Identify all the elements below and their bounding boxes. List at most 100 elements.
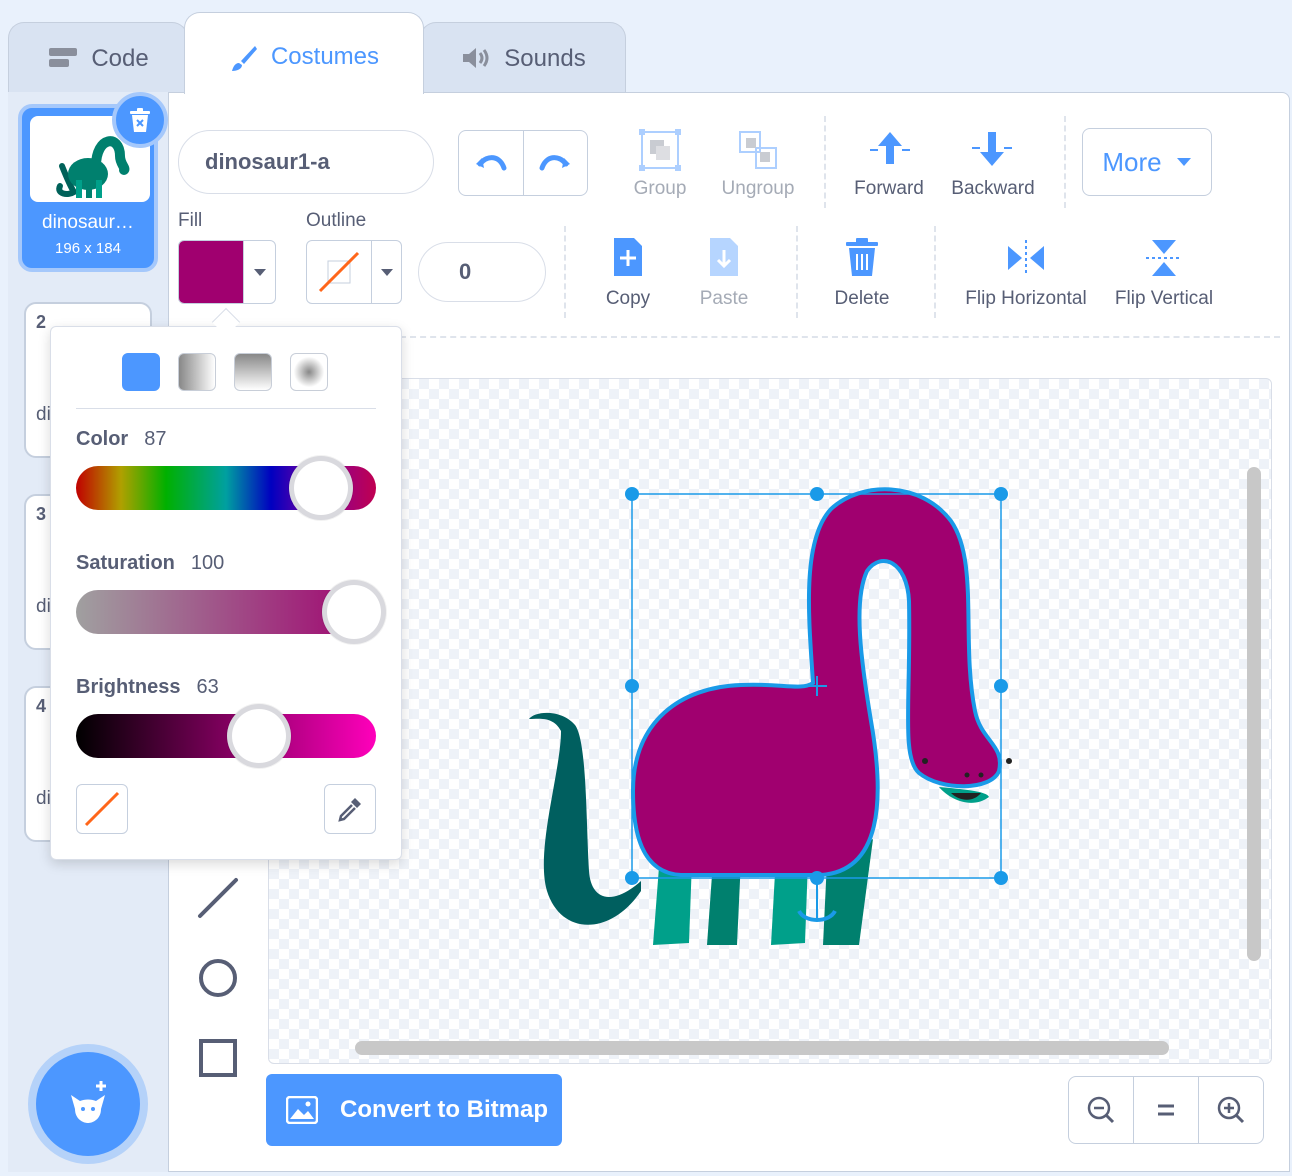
color-popover-content: Color 87 Saturation 100 Brightness 63 (0, 0, 386, 834)
tab-sounds[interactable]: Sounds (420, 22, 626, 94)
radial-gradient-button[interactable] (290, 353, 328, 391)
outline-dropdown (371, 241, 401, 303)
ungroup-label: Ungroup (721, 178, 795, 199)
solid-fill-button[interactable] (122, 353, 160, 391)
bitmap-icon (286, 1096, 318, 1124)
more-button[interactable]: More (1082, 128, 1212, 196)
undo-redo-group (458, 130, 588, 196)
outline-swatch (307, 241, 371, 303)
backward-label: Backward (951, 178, 1035, 199)
costume-name-input[interactable]: dinosaur1-a (178, 130, 434, 194)
backward-button[interactable] (948, 124, 1038, 214)
flip-horizontal-icon[interactable] (1004, 238, 1048, 278)
no-fill-button[interactable] (76, 784, 128, 834)
paste-icon[interactable] (704, 236, 744, 280)
brightness-slider-label: Brightness 63 (76, 676, 219, 699)
saturation-value: 100 (190, 552, 225, 574)
brightness-slider-knob[interactable] (227, 704, 292, 768)
tab-code-label: Code (91, 45, 149, 72)
toolbar-bottom-divider (400, 336, 1280, 338)
brightness-label: Brightness (76, 676, 181, 698)
ungroup-icon (739, 131, 777, 169)
tab-costumes[interactable]: Costumes (184, 12, 424, 94)
delete-costume-button[interactable] (112, 92, 168, 148)
vertical-gradient-button[interactable] (234, 353, 272, 391)
flip-vertical-icon[interactable] (1144, 236, 1184, 280)
tab-costumes-label: Costumes (270, 43, 380, 70)
convert-to-bitmap-label: Convert to Bitmap (340, 1096, 549, 1123)
outline-width-input[interactable]: 0 (418, 242, 546, 302)
line-tool-icon[interactable] (194, 874, 242, 922)
fill-color-button[interactable] (178, 240, 276, 304)
fill-dropdown (243, 241, 275, 303)
copy-icon[interactable] (608, 236, 648, 280)
speaker-icon (463, 48, 489, 68)
group-icon (639, 129, 681, 171)
saturation-slider-label: Saturation 100 (76, 552, 224, 575)
delete-label: Delete (834, 288, 890, 309)
toolbar-divider (564, 226, 566, 318)
dinosaur-drawing (529, 487, 1012, 945)
redo-icon (539, 155, 571, 171)
forward-label: Forward (854, 178, 924, 199)
costume-number: 4 (36, 696, 47, 716)
convert-to-bitmap-button[interactable]: Convert to Bitmap (266, 1074, 562, 1146)
costume-name-value: dinosaur1-a (205, 149, 330, 174)
costume-name: dinosaur… (42, 212, 134, 233)
color-slider-knob[interactable] (288, 456, 353, 520)
tab-sounds-label: Sounds (504, 45, 586, 72)
undo-icon (475, 155, 507, 171)
toolbar-divider (1064, 116, 1066, 208)
redo-button[interactable] (524, 131, 588, 195)
undo-button[interactable] (459, 131, 524, 195)
zoom-in-button[interactable] (1199, 1077, 1263, 1143)
more-label: More (1102, 146, 1162, 177)
flip-horizontal-label: Flip Horizontal (965, 288, 1087, 309)
popover-divider (76, 408, 376, 409)
cat-plus-icon (71, 1081, 106, 1123)
outline-color-button[interactable] (306, 240, 402, 304)
chevron-down-icon (1176, 158, 1191, 166)
zoom-in-icon (1217, 1096, 1245, 1124)
flip-vertical-label: Flip Vertical (1114, 288, 1214, 309)
color-slider-label: Color 87 (76, 428, 166, 451)
brightness-value: 63 (196, 676, 219, 698)
code-icon (49, 48, 78, 67)
horizontal-gradient-button[interactable] (178, 353, 216, 391)
saturation-slider-knob[interactable] (322, 580, 386, 644)
copy-label: Copy (605, 288, 651, 309)
zoom-reset-button[interactable] (1134, 1077, 1199, 1143)
brightness-slider[interactable] (76, 714, 376, 758)
ungroup-button[interactable] (728, 124, 788, 214)
no-color-icon (84, 791, 120, 827)
fill-swatch (179, 241, 243, 303)
tab-code[interactable]: Code (8, 22, 188, 94)
canvas-horizontal-scrollbar[interactable] (355, 1041, 1169, 1055)
zoom-out-button[interactable] (1069, 1077, 1134, 1143)
paste-label: Paste (699, 288, 749, 309)
costume-size: 196 x 184 (55, 240, 121, 257)
costume-name: di (36, 404, 51, 425)
costume-number: 2 (36, 312, 47, 332)
rectangle-tool-icon[interactable] (194, 1034, 242, 1082)
backward-icon (972, 132, 1012, 166)
costume-name: di (36, 788, 51, 809)
fill-label: Fill (178, 210, 203, 231)
toolbar-divider (824, 116, 826, 208)
forward-button[interactable] (846, 124, 932, 214)
outline-width-value: 0 (459, 259, 472, 284)
circle-tool-icon[interactable] (194, 954, 242, 1002)
forward-icon (870, 132, 910, 164)
choose-costume-button[interactable] (36, 1052, 140, 1156)
saturation-label: Saturation (76, 552, 175, 574)
eyedropper-button[interactable] (324, 784, 376, 834)
zoom-out-icon (1087, 1096, 1115, 1124)
canvas-vertical-scrollbar[interactable] (1247, 467, 1261, 961)
trash-icon (130, 108, 150, 132)
paint-canvas[interactable] (268, 378, 1272, 1064)
brush-icon (231, 46, 257, 71)
costume-number: 3 (36, 504, 47, 524)
group-button[interactable] (630, 124, 690, 214)
equals-icon (1158, 1104, 1174, 1116)
delete-icon[interactable] (842, 236, 882, 280)
